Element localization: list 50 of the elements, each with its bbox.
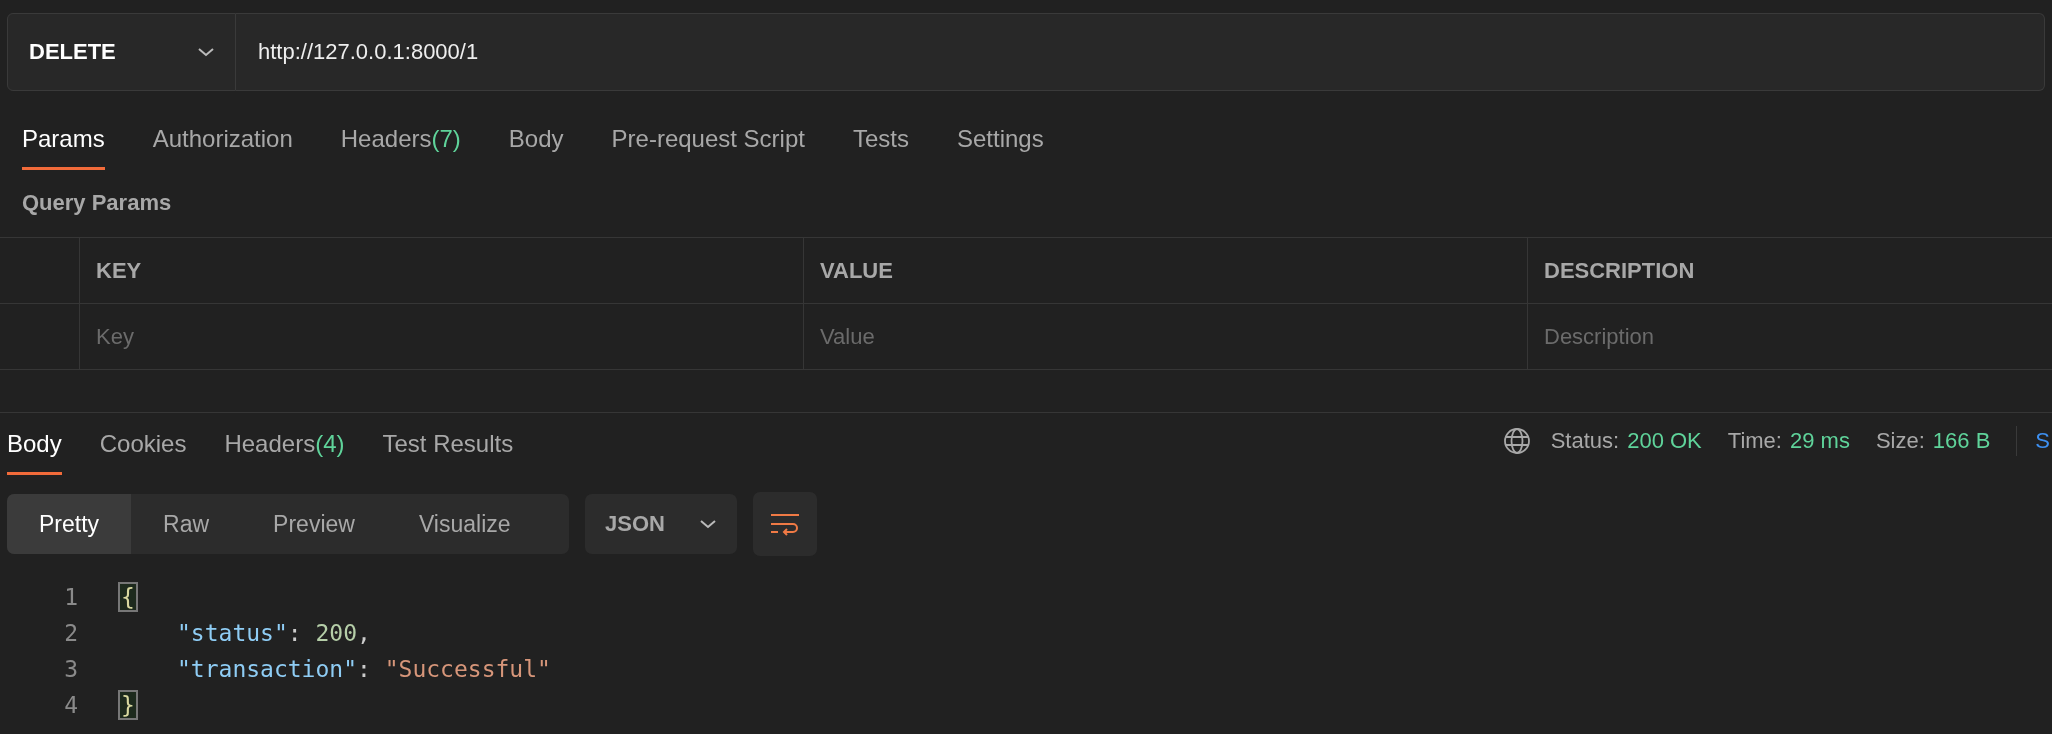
request-tab[interactable]: Body bbox=[508, 125, 564, 170]
view-mode-tab[interactable]: Pretty bbox=[7, 494, 132, 554]
stat-value: 166 B bbox=[1932, 428, 1991, 454]
column-header: KEY bbox=[96, 257, 142, 284]
response-tab[interactable]: Cookies bbox=[99, 430, 187, 475]
code-punctuation: , bbox=[357, 620, 371, 646]
request-tab[interactable]: Settings bbox=[956, 125, 1044, 170]
view-mode-tab[interactable]: Raw bbox=[131, 494, 242, 554]
line-number: 3 bbox=[63, 656, 78, 682]
param-input-field[interactable]: Key bbox=[96, 323, 496, 350]
stat-label: Time: bbox=[1727, 428, 1782, 454]
param-input-field[interactable]: Description bbox=[1544, 323, 1944, 350]
globe-icon[interactable] bbox=[1502, 427, 1531, 455]
column-header: DESCRIPTION bbox=[1544, 257, 1695, 284]
line-number: 1 bbox=[63, 584, 78, 610]
code-key: "status" bbox=[177, 620, 288, 646]
code-string: "Successful" bbox=[384, 656, 551, 682]
response-tab[interactable]: Headers(4) bbox=[224, 430, 345, 475]
request-tab[interactable]: Authorization bbox=[152, 125, 293, 170]
line-number: 4 bbox=[63, 692, 78, 718]
chevron-down-icon bbox=[197, 47, 215, 57]
cut-off-link[interactable]: S bbox=[2029, 428, 2050, 454]
request-tab[interactable]: Pre-request Script bbox=[611, 125, 805, 170]
code-bracket: { bbox=[118, 582, 138, 612]
view-mode-tab[interactable]: Visualize bbox=[386, 494, 543, 554]
code-number: 200 bbox=[315, 620, 358, 646]
wrap-lines-button[interactable] bbox=[753, 492, 817, 556]
code-punctuation: : bbox=[287, 620, 303, 646]
request-tab[interactable]: Tests bbox=[852, 125, 909, 170]
format-dropdown[interactable]: JSON bbox=[585, 494, 737, 554]
request-tab[interactable]: Headers(7) bbox=[340, 125, 461, 170]
column-header: VALUE bbox=[820, 257, 893, 284]
stat-value: 200 OK bbox=[1627, 428, 1702, 454]
response-tab[interactable]: Test Results bbox=[382, 430, 514, 475]
code-key: "transaction" bbox=[177, 656, 357, 682]
code-bracket: } bbox=[118, 690, 138, 720]
wrap-lines-icon bbox=[770, 512, 800, 536]
line-number: 2 bbox=[63, 620, 78, 646]
stat-label: Size: bbox=[1875, 428, 1925, 454]
request-tab[interactable]: Params bbox=[22, 125, 105, 170]
stat-label: Status: bbox=[1550, 428, 1620, 454]
stat-value: 29 ms bbox=[1789, 428, 1850, 454]
url-field[interactable]: http://127.0.0.1:8000/1 bbox=[236, 13, 2045, 91]
code-punctuation: : bbox=[357, 656, 372, 682]
view-mode-tab[interactable]: Preview bbox=[241, 494, 387, 554]
section-title: Query Params bbox=[22, 190, 173, 217]
param-input-field[interactable]: Value bbox=[820, 323, 1220, 350]
method-dropdown[interactable]: DELETE bbox=[7, 13, 236, 91]
chevron-down-icon bbox=[699, 519, 717, 529]
response-tab[interactable]: Body bbox=[7, 430, 62, 475]
